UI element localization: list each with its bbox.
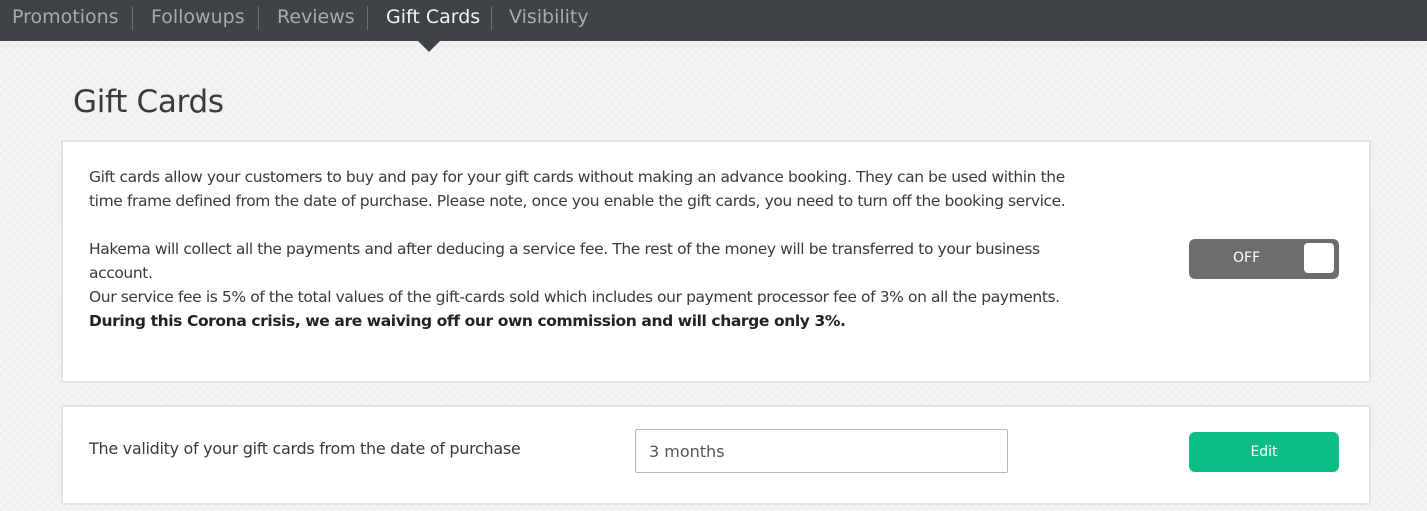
tab-divider (367, 6, 368, 30)
tab-reviews[interactable]: Reviews (277, 0, 355, 35)
tab-gift-cards[interactable]: Gift Cards (386, 0, 480, 35)
toggle-state-label: OFF (1233, 250, 1261, 266)
tab-divider (132, 6, 133, 30)
validity-input[interactable] (635, 429, 1008, 473)
page-title: Gift Cards (73, 84, 224, 120)
active-tab-indicator (418, 41, 440, 52)
validity-label: The validity of your gift cards from the… (89, 439, 521, 458)
tab-divider (258, 6, 259, 30)
description-paragraph: Hakema will collect all the payments and… (89, 240, 1040, 282)
tab-followups[interactable]: Followups (151, 0, 245, 35)
gift-cards-toggle[interactable]: OFF (1189, 239, 1339, 279)
tab-promotions[interactable]: Promotions (12, 0, 119, 35)
validity-card: The validity of your gift cards from the… (61, 405, 1371, 505)
gift-cards-description: Gift cards allow your customers to buy a… (89, 165, 1079, 333)
service-fee-text: Our service fee is 5% of the total value… (89, 288, 1060, 306)
edit-button[interactable]: Edit (1189, 432, 1339, 472)
gift-cards-info-card: Gift cards allow your customers to buy a… (61, 140, 1371, 383)
corona-notice: During this Corona crisis, we are waivin… (89, 312, 846, 330)
description-paragraph: Gift cards allow your customers to buy a… (89, 168, 1066, 210)
toggle-knob (1304, 243, 1334, 273)
description-paragraph: Our service fee is 5% of the total value… (89, 285, 1079, 333)
top-navigation: Promotions Followups Reviews Gift Cards … (0, 0, 1427, 52)
tab-visibility[interactable]: Visibility (509, 0, 589, 35)
tab-divider (491, 6, 492, 30)
